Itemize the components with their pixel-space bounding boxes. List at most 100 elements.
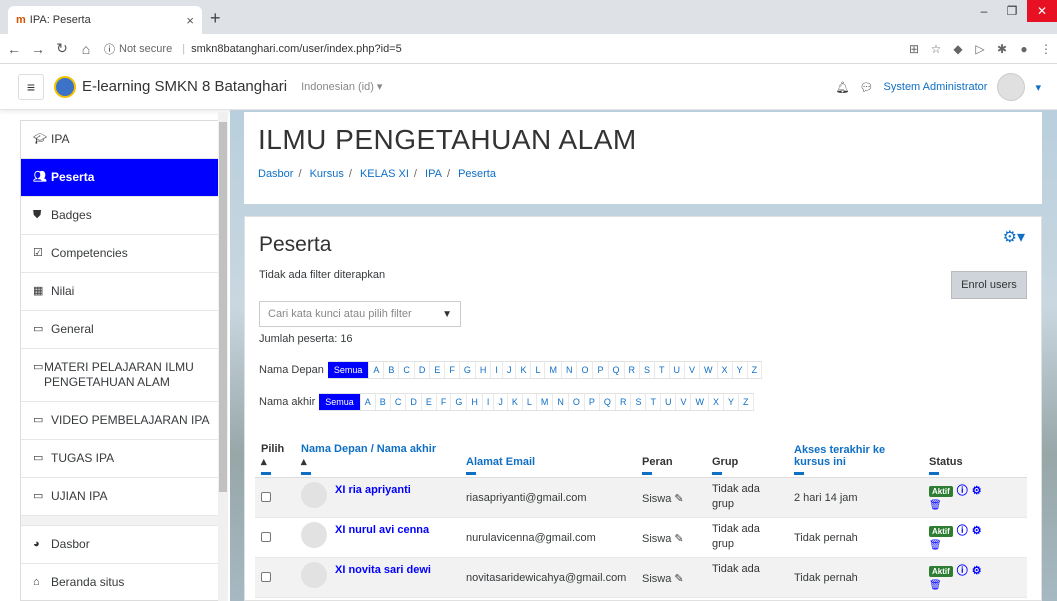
breadcrumb-ipa[interactable]: IPA [425, 168, 442, 180]
drawer-toggle-button[interactable]: ≡ [18, 73, 44, 100]
site-name-link[interactable]: E-learning SMKN 8 Batanghari [82, 78, 287, 95]
row-checkbox[interactable] [261, 571, 271, 582]
info-circle-icon[interactable]: ⓘ [957, 485, 968, 497]
user-menu-name[interactable]: System Administrator [884, 81, 988, 93]
info-circle-icon[interactable]: ⓘ [957, 565, 968, 577]
bookmark-star-icon[interactable]: ☆ [925, 42, 947, 56]
initial-letter[interactable]: A [361, 394, 376, 410]
initial-letter[interactable]: V [685, 362, 701, 378]
filter-select[interactable]: Cari kata kunci atau pilih filter ▼ [259, 301, 461, 327]
enrol-users-button[interactable]: Enrol users [951, 271, 1027, 299]
initial-letter[interactable]: T [646, 394, 661, 410]
initial-letter[interactable]: Z [739, 394, 754, 410]
settings-cog-icon[interactable]: ⚙ [972, 485, 982, 497]
language-menu[interactable]: Indonesian (id) ▾ [301, 80, 382, 93]
breadcrumb-kursus[interactable]: Kursus [310, 168, 344, 180]
initial-letter[interactable]: C [391, 394, 407, 410]
drawer-item-peserta[interactable]: 👥︎ Peserta [21, 159, 227, 197]
drawer-item-materi[interactable]: ▭ MATERI PELAJARAN ILMU PENGETAHUAN ALAM [21, 349, 227, 402]
initial-letter[interactable]: I [483, 394, 495, 410]
initial-letter[interactable]: Z [748, 362, 763, 378]
window-maximize-button[interactable]: ❐ [998, 0, 1026, 22]
new-tab-button[interactable]: + [210, 8, 221, 29]
extensions-puzzle-icon[interactable]: ✱ [991, 42, 1013, 56]
browser-tab[interactable]: m IPA: Peserta × [8, 6, 202, 34]
initial-letter[interactable]: X [709, 394, 724, 410]
edit-pencil-icon[interactable]: ✎ [674, 533, 683, 545]
initial-letter[interactable]: N [553, 394, 569, 410]
breadcrumb-dasbor[interactable]: Dasbor [258, 168, 293, 180]
browser-menu-icon[interactable]: ⋮ [1035, 42, 1057, 56]
drawer-item-video[interactable]: ▭ VIDEO PEMBELAJARAN IPA [21, 402, 227, 440]
initial-letter[interactable]: E [422, 394, 437, 410]
user-name-link[interactable]: XI nurul avi cenna [335, 524, 429, 536]
initial-letter[interactable]: P [585, 394, 600, 410]
initial-letter[interactable]: D [406, 394, 422, 410]
initial-all[interactable]: Semua [327, 362, 370, 378]
trash-icon[interactable]: 🗑︎ [929, 540, 1021, 551]
initial-letter[interactable]: O [577, 362, 594, 378]
row-checkbox[interactable] [261, 491, 271, 502]
initial-letter[interactable]: F [437, 394, 452, 410]
initial-letter[interactable]: A [369, 362, 385, 378]
drawer-scrollbar[interactable] [218, 112, 228, 601]
edit-pencil-icon[interactable]: ✎ [674, 573, 683, 585]
sort-asc-icon[interactable]: ▴ [261, 456, 267, 468]
initial-letter[interactable]: Y [724, 394, 739, 410]
initial-letter[interactable]: Q [600, 394, 616, 410]
initial-letter[interactable]: U [661, 394, 677, 410]
col-email[interactable]: Alamat Email [460, 429, 636, 478]
initial-letter[interactable]: N [562, 362, 578, 378]
user-name-link[interactable]: XI ria apriyanti [335, 484, 411, 496]
drawer-item-competencies[interactable]: ☑ Competencies [21, 235, 227, 273]
drawer-item-badges[interactable]: ⛊ Badges [21, 197, 227, 235]
initial-letter[interactable]: F [445, 362, 460, 378]
initial-letter[interactable]: X [718, 362, 733, 378]
breadcrumb-kelas[interactable]: KELAS XI [360, 168, 409, 180]
user-avatar[interactable] [997, 73, 1026, 101]
drawer-scrollbar-thumb[interactable] [219, 122, 227, 492]
back-arrow-icon[interactable]: ← [4, 41, 24, 57]
initial-letter[interactable]: O [569, 394, 585, 410]
initial-letter[interactable]: M [545, 362, 562, 378]
info-icon[interactable]: ⓘ [104, 41, 115, 57]
initial-letter[interactable]: K [516, 362, 532, 378]
initial-letter[interactable]: Q [609, 362, 625, 378]
initial-letter[interactable]: R [625, 362, 641, 378]
settings-gear-icon[interactable]: ⚙▾ [1003, 227, 1025, 247]
messages-icon[interactable]: 💬︎ [860, 81, 874, 94]
initial-letter[interactable]: P [593, 362, 609, 378]
initial-letter[interactable]: T [655, 362, 670, 378]
initial-letter[interactable]: G [451, 394, 468, 410]
initial-letter[interactable]: K [508, 394, 523, 410]
initial-letter[interactable]: D [415, 362, 431, 378]
drawer-item-general[interactable]: ▭ General [21, 311, 227, 349]
initial-letter[interactable]: W [691, 394, 709, 410]
breadcrumb-peserta[interactable]: Peserta [458, 168, 496, 180]
initial-letter[interactable]: S [631, 394, 647, 410]
home-icon[interactable]: ⌂ [76, 41, 96, 57]
trash-icon[interactable]: 🗑︎ [929, 580, 1021, 591]
drawer-item-dasbor[interactable]: ◕ Dasbor [21, 526, 227, 564]
notifications-bell-icon[interactable]: 🔔︎ [836, 81, 850, 94]
initial-letter[interactable]: V [676, 394, 692, 410]
forward-arrow-icon[interactable]: → [28, 41, 48, 57]
edit-pencil-icon[interactable]: ✎ [674, 493, 683, 505]
info-circle-icon[interactable]: ⓘ [957, 525, 968, 537]
initial-letter[interactable]: R [616, 394, 632, 410]
initial-letter[interactable]: B [376, 394, 391, 410]
initial-letter[interactable]: J [494, 394, 508, 410]
drawer-item-ipa[interactable]: 🎓︎ IPA [21, 121, 227, 159]
settings-cog-icon[interactable]: ⚙ [972, 525, 982, 537]
extension-icon[interactable]: ▷ [969, 42, 991, 56]
col-last-access[interactable]: Akses terakhir ke kursus ini [788, 429, 923, 478]
initial-letter[interactable]: J [503, 362, 517, 378]
reload-icon[interactable]: ↻ [52, 40, 72, 57]
trash-icon[interactable]: 🗑︎ [929, 500, 1021, 511]
window-close-button[interactable]: ✕ [1027, 0, 1057, 22]
url-field[interactable]: ⓘ Not secure | smkn8batanghari.com/user/… [104, 41, 903, 57]
drawer-item-nilai[interactable]: ▦ Nilai [21, 273, 227, 311]
initial-letter[interactable]: H [476, 362, 492, 378]
initial-letter[interactable]: C [399, 362, 415, 378]
translate-icon[interactable]: ⊞ [903, 42, 925, 56]
